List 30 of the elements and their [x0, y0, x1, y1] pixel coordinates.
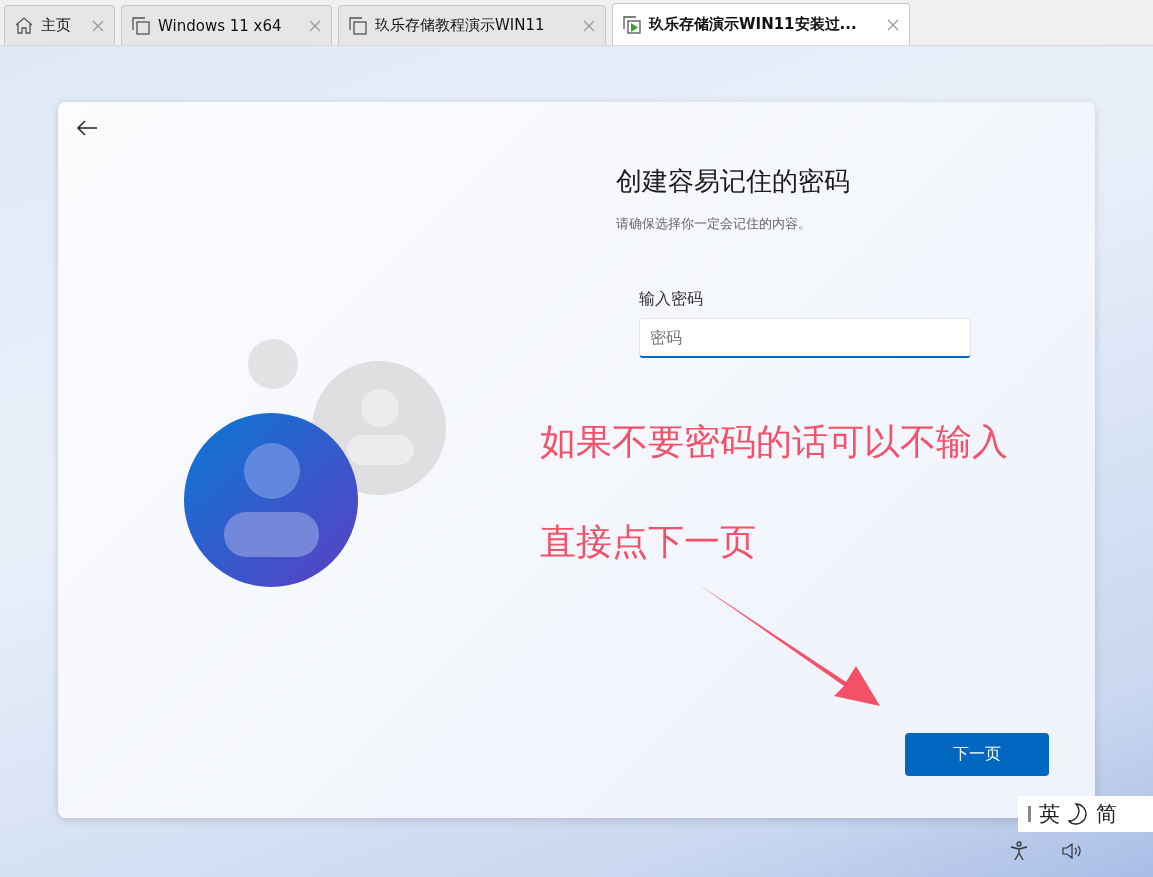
ime-script[interactable]: 简 [1096, 800, 1117, 828]
tab-label: Windows 11 x64 [158, 16, 283, 35]
close-icon[interactable] [92, 19, 104, 32]
next-button[interactable]: 下一页 [905, 733, 1049, 776]
annotation-text: 如果不要密码的话可以不输入 [540, 422, 1008, 462]
tab-label: 主页 [41, 16, 72, 35]
annotation-text: 直接点下一页 [540, 522, 757, 562]
ime-grip[interactable] [1028, 806, 1031, 822]
field-label: 输入密码 [639, 289, 704, 310]
volume-icon[interactable] [1062, 843, 1084, 859]
page-title: 创建容易记住的密码 [616, 165, 851, 198]
ime-mode[interactable]: 英 [1039, 800, 1060, 828]
home-icon [15, 17, 33, 34]
close-icon[interactable] [309, 19, 321, 32]
moon-icon[interactable] [1068, 803, 1088, 825]
running-vm-icon [623, 15, 641, 34]
password-field[interactable]: 密码 [639, 318, 971, 358]
copy-icon [132, 16, 150, 35]
accessibility-icon[interactable] [1010, 841, 1028, 861]
back-arrow-icon[interactable] [76, 120, 98, 136]
tab[interactable]: 主页 [4, 5, 115, 45]
tab-label: 玖乐存储演示WIN11安装过... [649, 15, 858, 34]
close-icon[interactable] [583, 19, 595, 32]
tab-label: 玖乐存储教程演示WIN11 [375, 16, 546, 35]
tab[interactable]: 玖乐存储演示WIN11安装过... [612, 3, 910, 45]
page-subtitle: 请确保选择你一定会记住的内容。 [616, 215, 812, 233]
close-icon[interactable] [887, 18, 899, 31]
tab[interactable]: Windows 11 x64 [121, 5, 332, 45]
copy-icon [349, 16, 367, 35]
tab[interactable]: 玖乐存储教程演示WIN11 [338, 5, 606, 45]
